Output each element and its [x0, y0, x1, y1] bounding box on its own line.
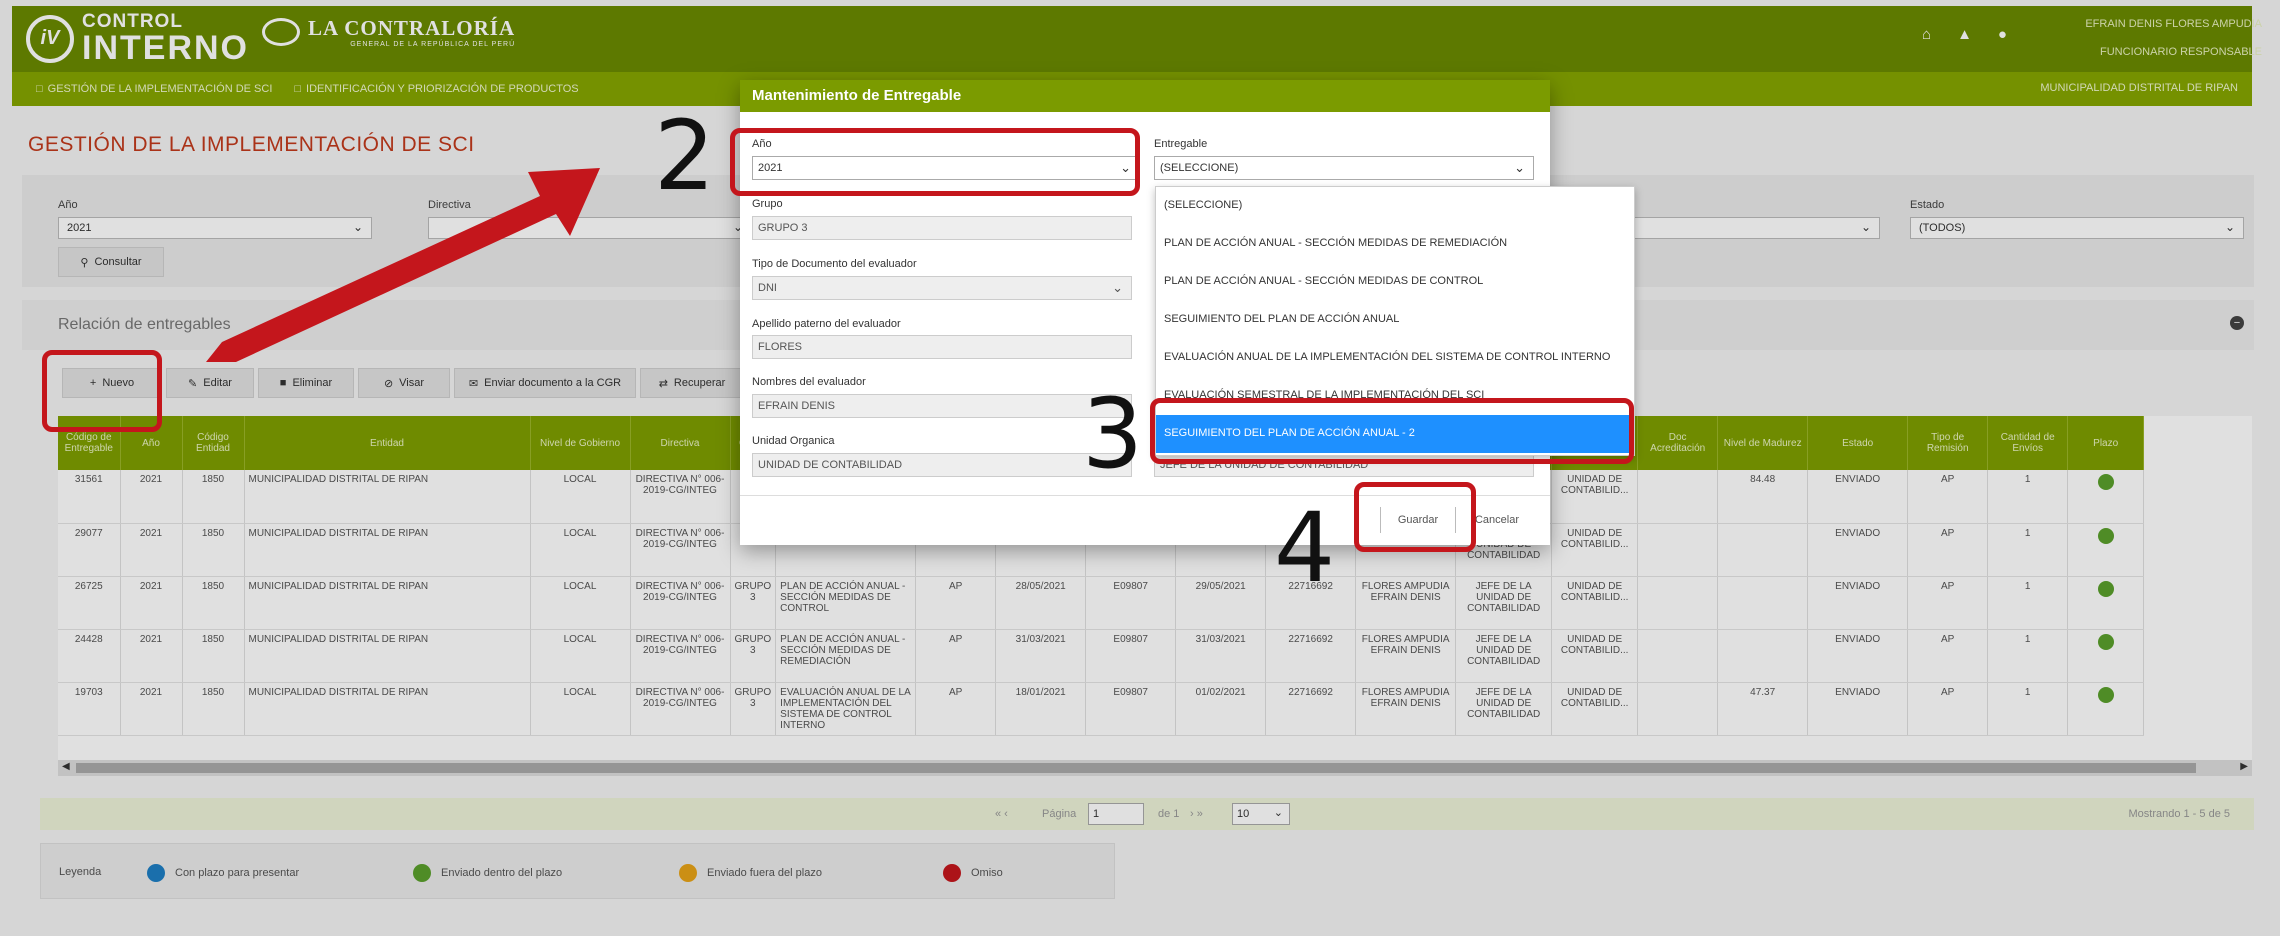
step-3-label: 3 [1082, 378, 1144, 490]
step-4-label: 4 [1274, 492, 1336, 604]
app-root: iV CONTROL INTERNO LA CONTRALORÍA GENERA… [0, 0, 2280, 936]
highlight-save-button [1354, 482, 1476, 552]
step-2-label: 2 [654, 100, 716, 212]
highlight-new-button [42, 350, 162, 432]
highlight-selected-option [1150, 398, 1634, 464]
red-arrow-icon [206, 168, 600, 362]
highlight-year-select [730, 128, 1140, 196]
